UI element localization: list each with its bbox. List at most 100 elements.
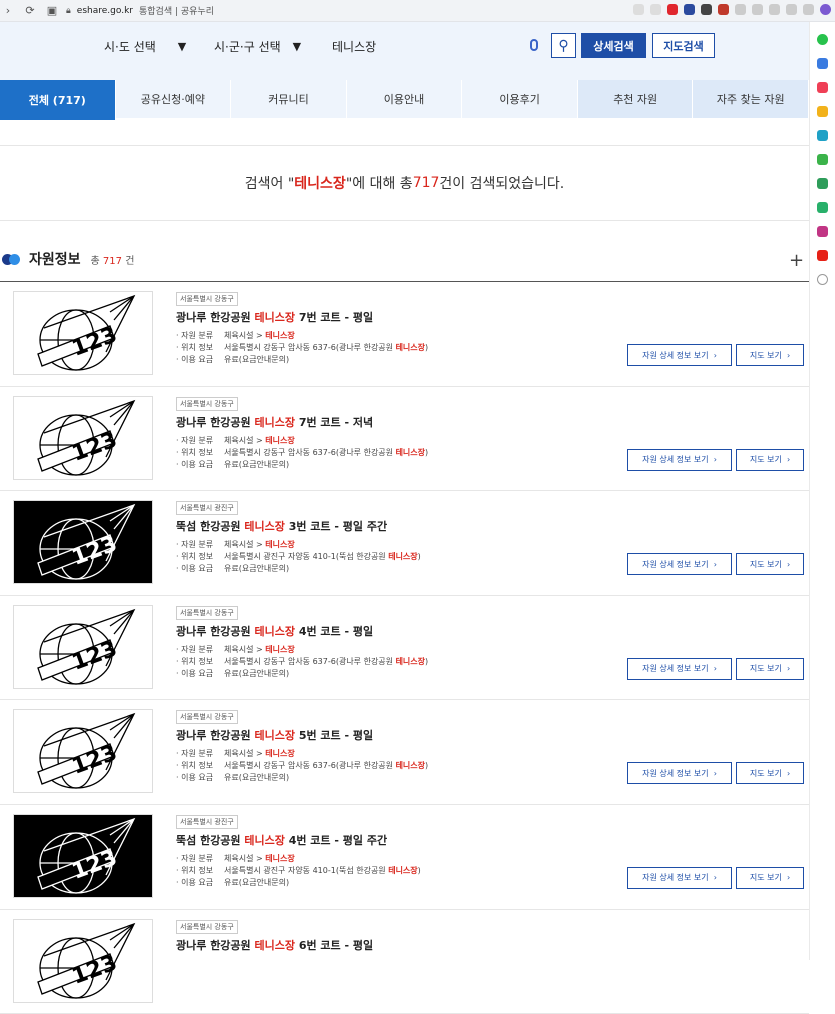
sidepanel-icon[interactable] (803, 4, 814, 15)
resource-title[interactable]: 뚝섬 한강공원 테니스장 4번 코트 - 평일 주간 (176, 832, 387, 848)
view-map-button[interactable]: 지도 보기 › (736, 762, 804, 785)
detail-search-button[interactable]: 상세검색 (581, 33, 646, 58)
chevron-right-icon: › (786, 768, 791, 778)
edge-icon[interactable] (817, 130, 828, 141)
resource-detail-button[interactable]: 자원 상세 정보 보기 › (627, 344, 732, 366)
add-icon[interactable] (817, 274, 828, 285)
resource-title[interactable]: 광나루 한강공원 테니스장 6번 코트 - 평일 (176, 937, 373, 953)
sigungu-select[interactable]: 시·군·구 선택 ▼ (214, 34, 301, 58)
region-badge: 서울특별시 강동구 (176, 710, 238, 725)
instagram-icon[interactable] (817, 226, 828, 237)
window-icon[interactable] (769, 4, 780, 15)
tab-community[interactable]: 커뮤니티 (231, 80, 347, 118)
robot-icon[interactable] (817, 154, 828, 165)
resource-thumbnail[interactable]: 123 (13, 291, 153, 375)
tab-recommended[interactable]: 추천 자원 (577, 80, 694, 118)
chevron-right-icon: › (786, 873, 791, 883)
sido-select[interactable]: 시·도 선택 ▼ (104, 34, 186, 58)
result-summary: 검색어 " 테니스장 "에 대해 총 717 건이 검색되었습니다. (0, 145, 809, 221)
resource-title[interactable]: 광나루 한강공원 테니스장 5번 코트 - 평일 (176, 727, 373, 743)
tab-guide[interactable]: 이용안내 (347, 80, 463, 118)
resource-thumbnail[interactable]: 123 (13, 918, 153, 1003)
region-badge: 서울특별시 광진구 (176, 814, 238, 829)
microphone-icon[interactable] (530, 39, 538, 51)
chevron-right-icon: › (786, 455, 791, 465)
resource-thumbnail[interactable]: 123 (13, 813, 153, 898)
download-icon[interactable] (752, 4, 763, 15)
section-title: 자원정보 (29, 252, 81, 268)
resource-thumbnail[interactable]: 123 (13, 395, 153, 480)
view-map-button[interactable]: 지도 보기 › (736, 553, 804, 576)
resource-thumbnail[interactable]: 123 (13, 709, 153, 794)
section-header: 자원정보 총 717 건 (2, 249, 134, 269)
chevron-down-icon: ▼ (177, 39, 187, 53)
bookmark-icon[interactable] (650, 4, 661, 15)
chat-icon[interactable] (817, 202, 828, 213)
svg-text:123: 123 (69, 323, 121, 362)
chevron-right-icon: › (786, 350, 791, 360)
list-item: 123 서울특별시 강동구 광나루 한강공원 테니스장 4번 코트 - 평일 ·… (0, 596, 809, 701)
circle-icon[interactable] (817, 34, 828, 45)
puzzle-icon[interactable] (735, 4, 746, 15)
view-map-button[interactable]: 지도 보기 › (736, 344, 804, 366)
tab-apply[interactable]: 공유신청·예약 (116, 80, 232, 118)
category-tabs: 전체 (717) 공유신청·예약 커뮤니티 이용안내 이용후기 추천 자원 자주… (0, 80, 810, 120)
adblock-icon[interactable] (667, 4, 678, 15)
resource-detail-button[interactable]: 자원 상세 정보 보기 › (627, 448, 732, 471)
resource-title[interactable]: 뚝섬 한강공원 테니스장 3번 코트 - 평일 주간 (176, 518, 387, 534)
back-icon[interactable]: › (2, 4, 14, 17)
tab-popular[interactable]: 자주 찾는 자원 (693, 80, 810, 118)
category-row: · 자원 분류 체육시설 > 테니스장 (176, 644, 295, 654)
profile-icon[interactable] (820, 4, 831, 15)
result-prefix: 검색어 " (244, 176, 295, 192)
star-icon[interactable] (817, 106, 828, 117)
resource-detail-button[interactable]: 자원 상세 정보 보기 › (627, 553, 732, 576)
resource-info: · 자원 분류 체육시설 > 테니스장 · 위치 정보 서울특별시 강동구 암사동 … (176, 644, 428, 680)
location-row: · 위치 정보 서울특별시 광진구 자양동 410-1(뚝섬 한강공원 테니스장) (176, 552, 421, 562)
fee-row: · 이용 요금 유료(요금안내문의) (176, 355, 290, 364)
resource-thumbnail[interactable]: 123 (13, 500, 153, 585)
resource-title[interactable]: 광나루 한강공원 테니스장 7번 코트 - 저녁 (176, 414, 373, 430)
section-dots-icon (2, 253, 24, 265)
resource-detail-button[interactable]: 자원 상세 정보 보기 › (627, 762, 732, 785)
lock-icon: 🔒︎ (66, 5, 71, 16)
resource-detail-button[interactable]: 자원 상세 정보 보기 › (627, 657, 732, 680)
search-input[interactable]: 테니스장 (332, 34, 548, 58)
pocket-icon[interactable] (817, 82, 828, 93)
resource-thumbnail[interactable]: 123 (13, 604, 153, 689)
extension-icon[interactable] (684, 4, 695, 15)
map-search-button[interactable]: 지도검색 (652, 33, 715, 58)
more-plus-icon[interactable]: + (789, 250, 804, 271)
app-icon[interactable] (817, 58, 828, 69)
logo-thumbnail-icon: 123 (37, 399, 136, 476)
screenshot-icon[interactable] (786, 4, 797, 15)
resource-title[interactable]: 광나루 한강공원 테니스장 7번 코트 - 평일 (176, 309, 373, 325)
tab-reviews[interactable]: 이용후기 (462, 80, 578, 118)
resource-info: · 자원 분류 체육시설 > 테니스장 · 위치 정보 서울특별시 광진구 자양동 … (176, 853, 421, 889)
reader-icon[interactable]: ▣ (46, 4, 58, 17)
share-icon[interactable] (633, 4, 644, 15)
resource-title[interactable]: 광나루 한강공원 테니스장 4번 코트 - 평일 (176, 623, 373, 639)
tab-title: 통합검색 | 공유누리 (138, 7, 214, 17)
extension-icon[interactable] (718, 4, 729, 15)
resource-info: · 자원 분류 체육시설 > 테니스장 · 위치 정보 서울특별시 강동구 암사동 … (176, 748, 428, 784)
fee-row: · 이용 요금 유료(요금안내문의) (176, 877, 290, 887)
view-map-button[interactable]: 지도 보기 › (736, 657, 804, 680)
svg-text:123: 123 (69, 532, 121, 571)
youtube-icon[interactable] (817, 250, 828, 261)
reload-icon[interactable]: ⟳ (24, 4, 36, 17)
address-bar[interactable]: 🔒︎ eshare.go.kr 통합검색 | 공유누리 (66, 4, 214, 18)
resource-detail-button[interactable]: 자원 상세 정보 보기 › (627, 866, 732, 889)
list-item: 123 서울특별시 광진구 뚝섬 한강공원 테니스장 4번 코트 - 평일 주간… (0, 805, 809, 910)
chevron-right-icon: › (713, 873, 717, 883)
resource-info: · 자원 분류 체육시설 > 테니스장 · 위치 정보 서울특별시 강동구 암사동 … (176, 330, 428, 366)
chart-icon[interactable] (817, 178, 828, 189)
tab-all[interactable]: 전체 (717) (0, 80, 116, 120)
view-map-button[interactable]: 지도 보기 › (736, 866, 804, 889)
view-map-button[interactable]: 지도 보기 › (736, 448, 804, 471)
search-button[interactable]: ⚲ (551, 33, 576, 58)
list-item: 123 서울특별시 강동구 광나루 한강공원 테니스장 7번 코트 - 평일 ·… (0, 282, 809, 387)
search-icon: ⚲ (558, 37, 569, 54)
list-item: 123 서울특별시 강동구 광나루 한강공원 테니스장 6번 코트 - 평일 (0, 910, 809, 1014)
extension-icon[interactable] (701, 4, 712, 15)
